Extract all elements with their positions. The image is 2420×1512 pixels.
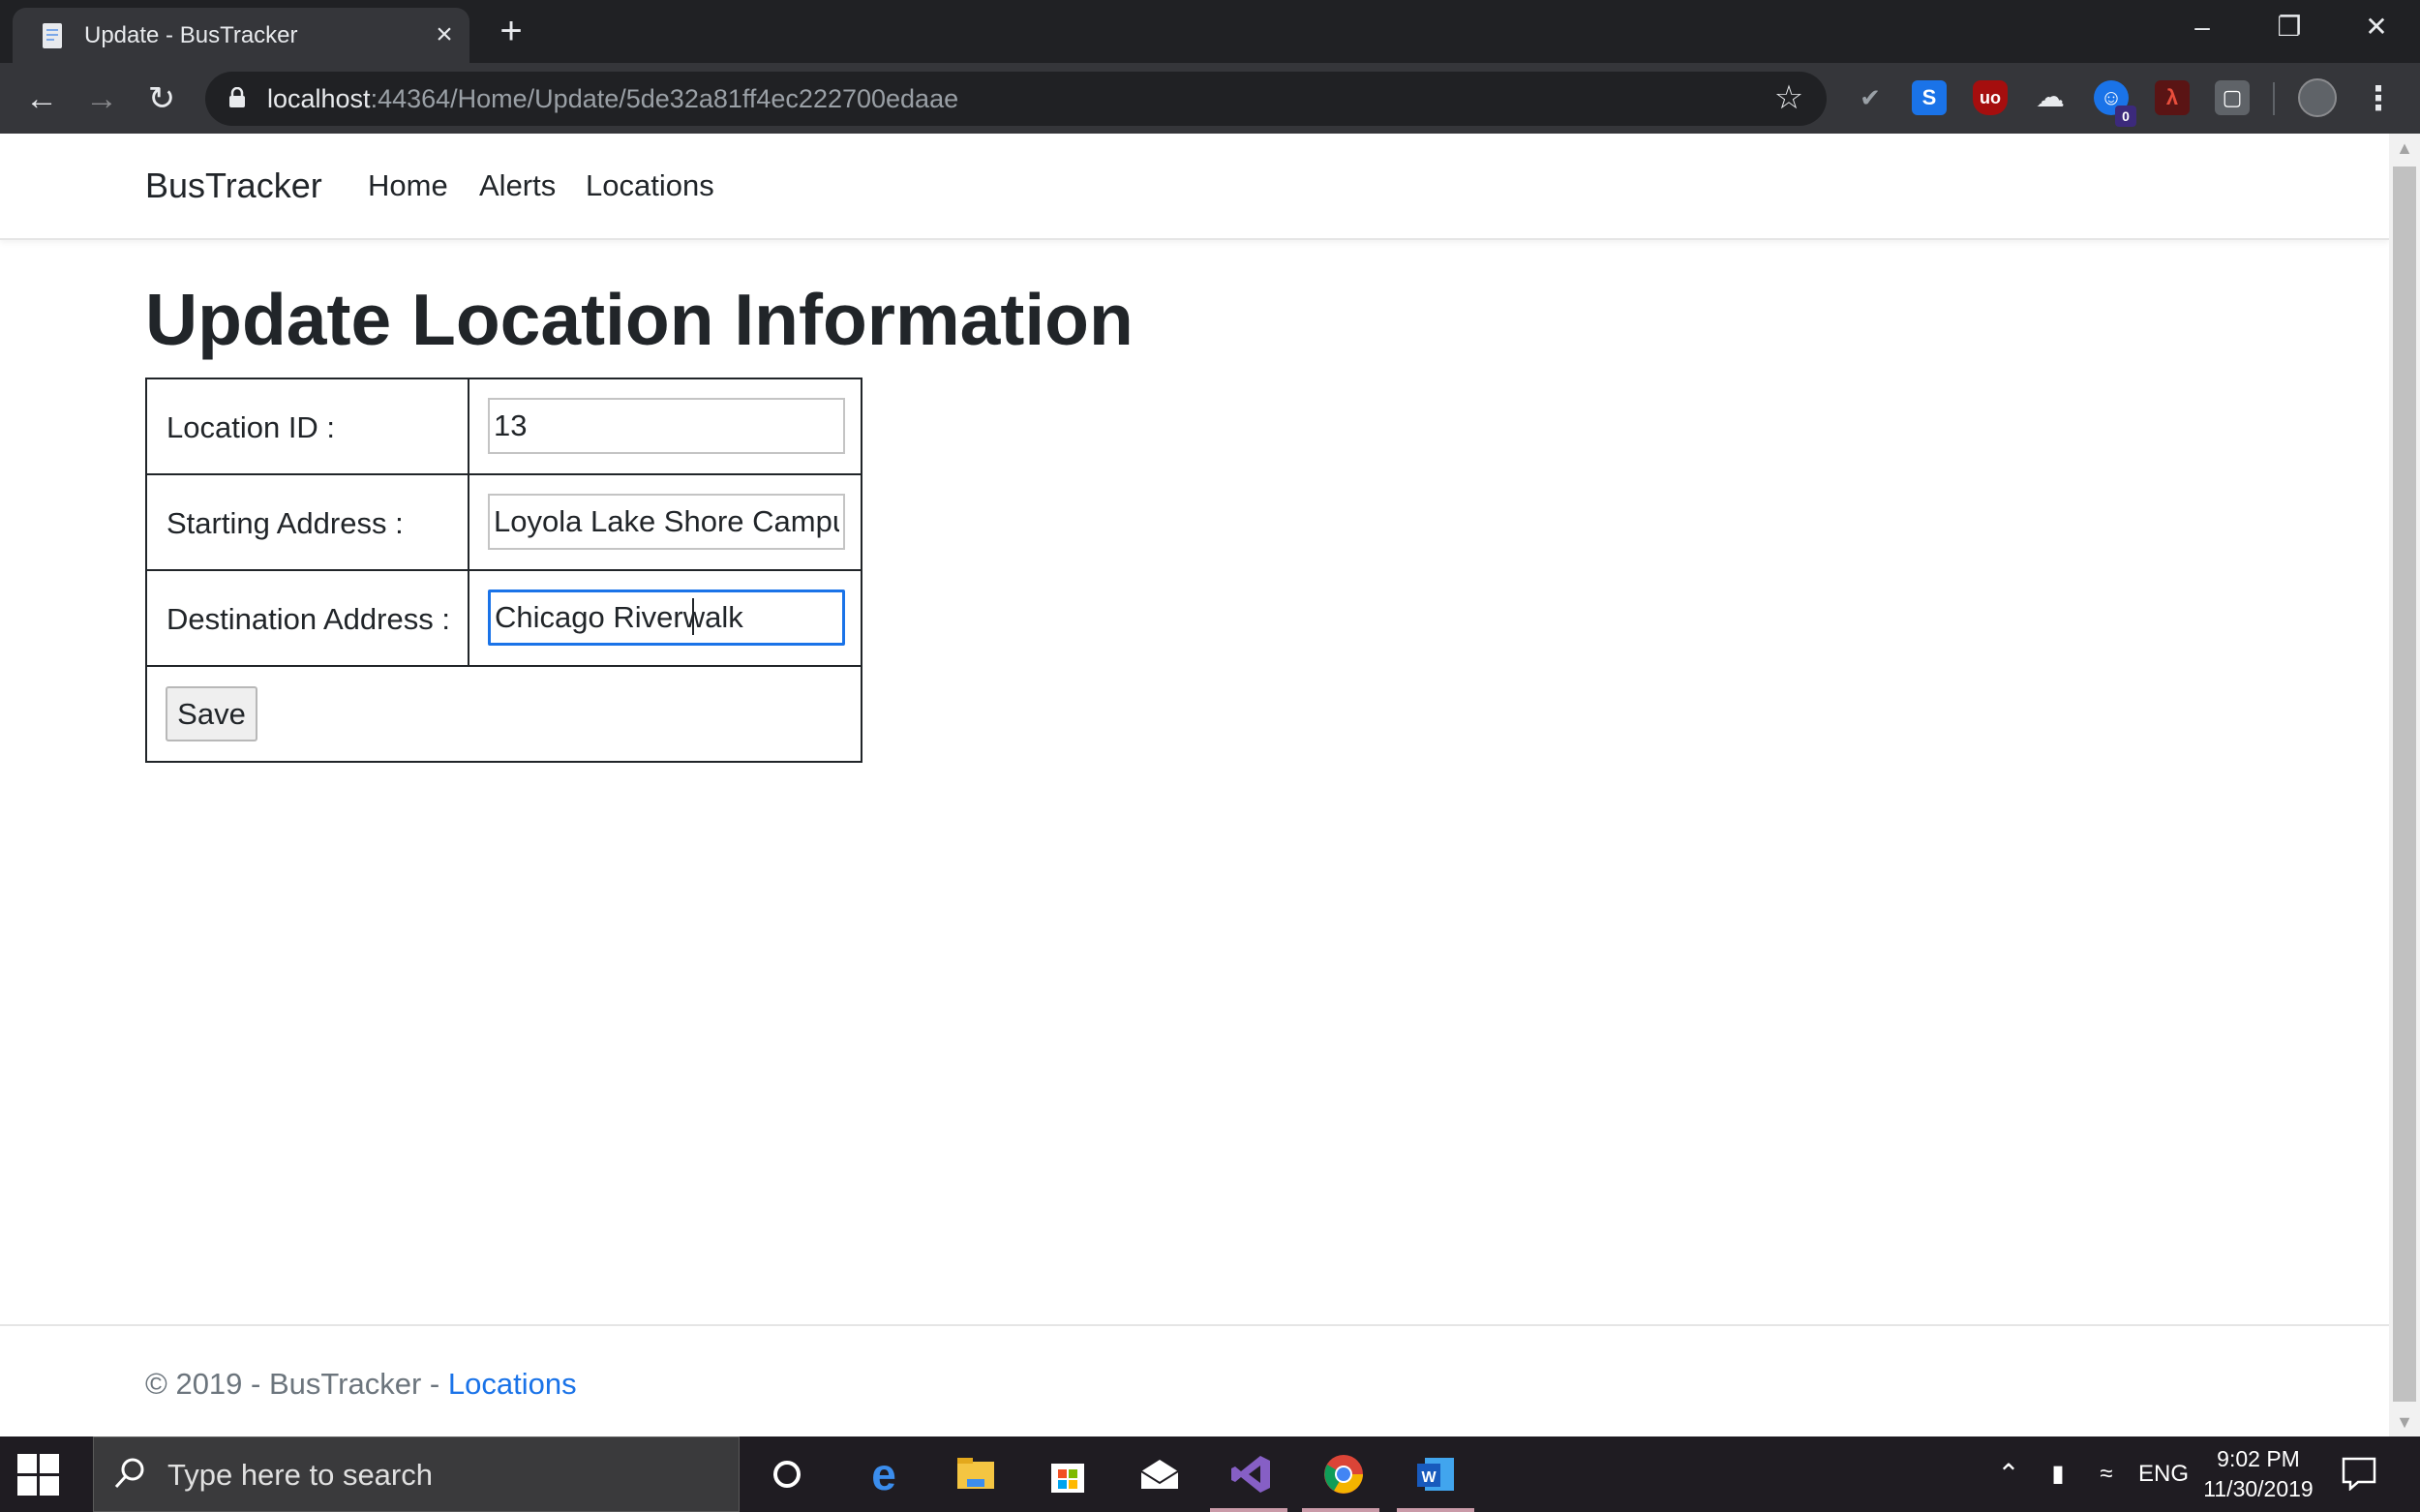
windows-taskbar: Type here to search e W ⌃ ▮ ≈ ENG 9:02 P… (0, 1436, 2420, 1512)
browser-tab[interactable]: Update - BusTracker × (13, 8, 469, 63)
windows-start-icon[interactable] (17, 1454, 60, 1497)
script-icon[interactable]: ✔ (1853, 80, 1888, 115)
form-row-destination-address: Destination Address : (147, 571, 861, 667)
clock-time: 9:02 PM (2217, 1446, 2300, 1471)
s-icon[interactable]: S (1912, 80, 1947, 115)
clouds-icon[interactable]: ☁ (2033, 80, 2068, 115)
browser-toolbar: ← → ↻ localhost:44364/Home/Update/5de32a… (0, 63, 2420, 134)
taskbar-search-placeholder: Type here to search (167, 1458, 433, 1492)
file-explorer-icon[interactable] (952, 1450, 1000, 1498)
search-icon (114, 1458, 144, 1489)
footer-text: © 2019 - BusTracker - Locations (145, 1365, 577, 1404)
store-icon[interactable] (1044, 1450, 1092, 1498)
label-cell: Starting Address : (147, 475, 469, 569)
profile-avatar[interactable] (2298, 78, 2337, 117)
form-row-starting-address: Starting Address : (147, 475, 861, 571)
url-host: localhost (267, 84, 371, 113)
extension-badge: 0 (2115, 106, 2136, 127)
edge-icon[interactable]: e (860, 1450, 908, 1498)
page-scrollbar[interactable]: ▲ ▼ (2389, 134, 2420, 1436)
chrome-icon[interactable] (1319, 1450, 1368, 1498)
tab-close-icon[interactable]: × (425, 15, 464, 54)
running-indicator (1210, 1508, 1287, 1512)
running-indicator (1397, 1508, 1474, 1512)
scroll-up-arrow-icon[interactable]: ▲ (2389, 134, 2420, 163)
navbar-brand[interactable]: BusTracker (145, 165, 322, 207)
scroll-thumb[interactable] (2393, 166, 2416, 1402)
site-navbar: BusTracker Home Alerts Locations (0, 134, 2389, 240)
form-row-actions: Save (147, 667, 861, 761)
url-text[interactable]: localhost:44364/Home/Update/5de32a81ff4e… (267, 83, 958, 114)
action-center-icon[interactable] (2341, 1456, 2377, 1491)
briefcase-icon[interactable]: ▢ (2215, 80, 2250, 115)
starting-address-label: Starting Address : (166, 506, 404, 540)
new-tab-plus-icon[interactable]: + (490, 12, 532, 54)
input-language[interactable]: ENG (2134, 1436, 2193, 1512)
svg-text:W: W (1421, 1469, 1437, 1486)
window-close-icon[interactable]: ✕ (2333, 0, 2420, 53)
browser-titlebar: Update - BusTracker × + – ❐ ✕ (0, 0, 2420, 63)
footer-copyright: © 2019 - BusTracker - (145, 1367, 448, 1401)
toolbar-divider (2273, 82, 2275, 115)
input-cell (469, 379, 861, 473)
tab-title: Update - BusTracker (84, 22, 298, 48)
page-viewport: BusTracker Home Alerts Locations Update … (0, 134, 2389, 1436)
reload-icon[interactable]: ↻ (139, 76, 184, 121)
form-row-location-id: Location ID : (147, 379, 861, 475)
text-cursor (692, 598, 694, 635)
window-minimize-icon[interactable]: – (2159, 0, 2246, 53)
nav-link-home[interactable]: Home (368, 166, 448, 205)
wifi-icon[interactable]: ≈ (2089, 1436, 2124, 1512)
location-id-label: Location ID : (166, 410, 336, 444)
input-cell (469, 571, 861, 665)
show-hidden-icons-chevron-icon[interactable]: ⌃ (1994, 1436, 2023, 1512)
acrobat-icon[interactable]: λ (2155, 80, 2190, 115)
site-footer: © 2019 - BusTracker - Locations (0, 1324, 2389, 1436)
bookmark-star-icon[interactable]: ☆ (1772, 81, 1805, 114)
more-menu-icon[interactable]: ⋮ (2362, 78, 2395, 119)
nav-link-locations[interactable]: Locations (586, 166, 714, 205)
back-arrow-icon[interactable]: ← (19, 76, 64, 121)
taskbar-search-box[interactable]: Type here to search (93, 1436, 740, 1512)
input-cell (469, 475, 861, 569)
label-cell: Location ID : (147, 379, 469, 473)
forward-arrow-icon[interactable]: → (79, 76, 124, 121)
update-location-form: Location ID : Starting Address : Destina… (145, 378, 862, 763)
running-indicator (1302, 1508, 1379, 1512)
word-icon[interactable]: W (1411, 1450, 1460, 1498)
scroll-down-arrow-icon[interactable]: ▼ (2389, 1407, 2420, 1436)
address-bar[interactable]: localhost:44364/Home/Update/5de32a81ff4e… (205, 72, 1827, 126)
taskbar-clock[interactable]: 9:02 PM 11/30/2019 (2195, 1444, 2321, 1504)
battery-icon[interactable]: ▮ (2041, 1436, 2075, 1512)
location-id-input[interactable] (488, 398, 845, 454)
ublock-icon[interactable]: uo (1973, 80, 2008, 115)
footer-link-locations[interactable]: Locations (448, 1367, 577, 1401)
lock-icon (229, 87, 245, 107)
starting-address-input[interactable] (488, 494, 845, 550)
page-title: Update Location Information (145, 279, 1134, 360)
save-button[interactable]: Save (166, 686, 257, 741)
window-restore-icon[interactable]: ❐ (2246, 0, 2333, 53)
destination-address-label: Destination Address : (166, 602, 450, 636)
mail-icon[interactable] (1135, 1450, 1184, 1498)
label-cell: Destination Address : (147, 571, 469, 665)
destination-address-input[interactable] (488, 590, 845, 646)
document-icon (43, 23, 62, 48)
cortana-icon[interactable] (763, 1450, 811, 1498)
clock-date: 11/30/2019 (2203, 1476, 2314, 1501)
url-path: :44364/Home/Update/5de32a81ff4ec222700ed… (370, 84, 959, 113)
visual-studio-icon[interactable] (1227, 1450, 1276, 1498)
nav-link-alerts[interactable]: Alerts (479, 166, 556, 205)
